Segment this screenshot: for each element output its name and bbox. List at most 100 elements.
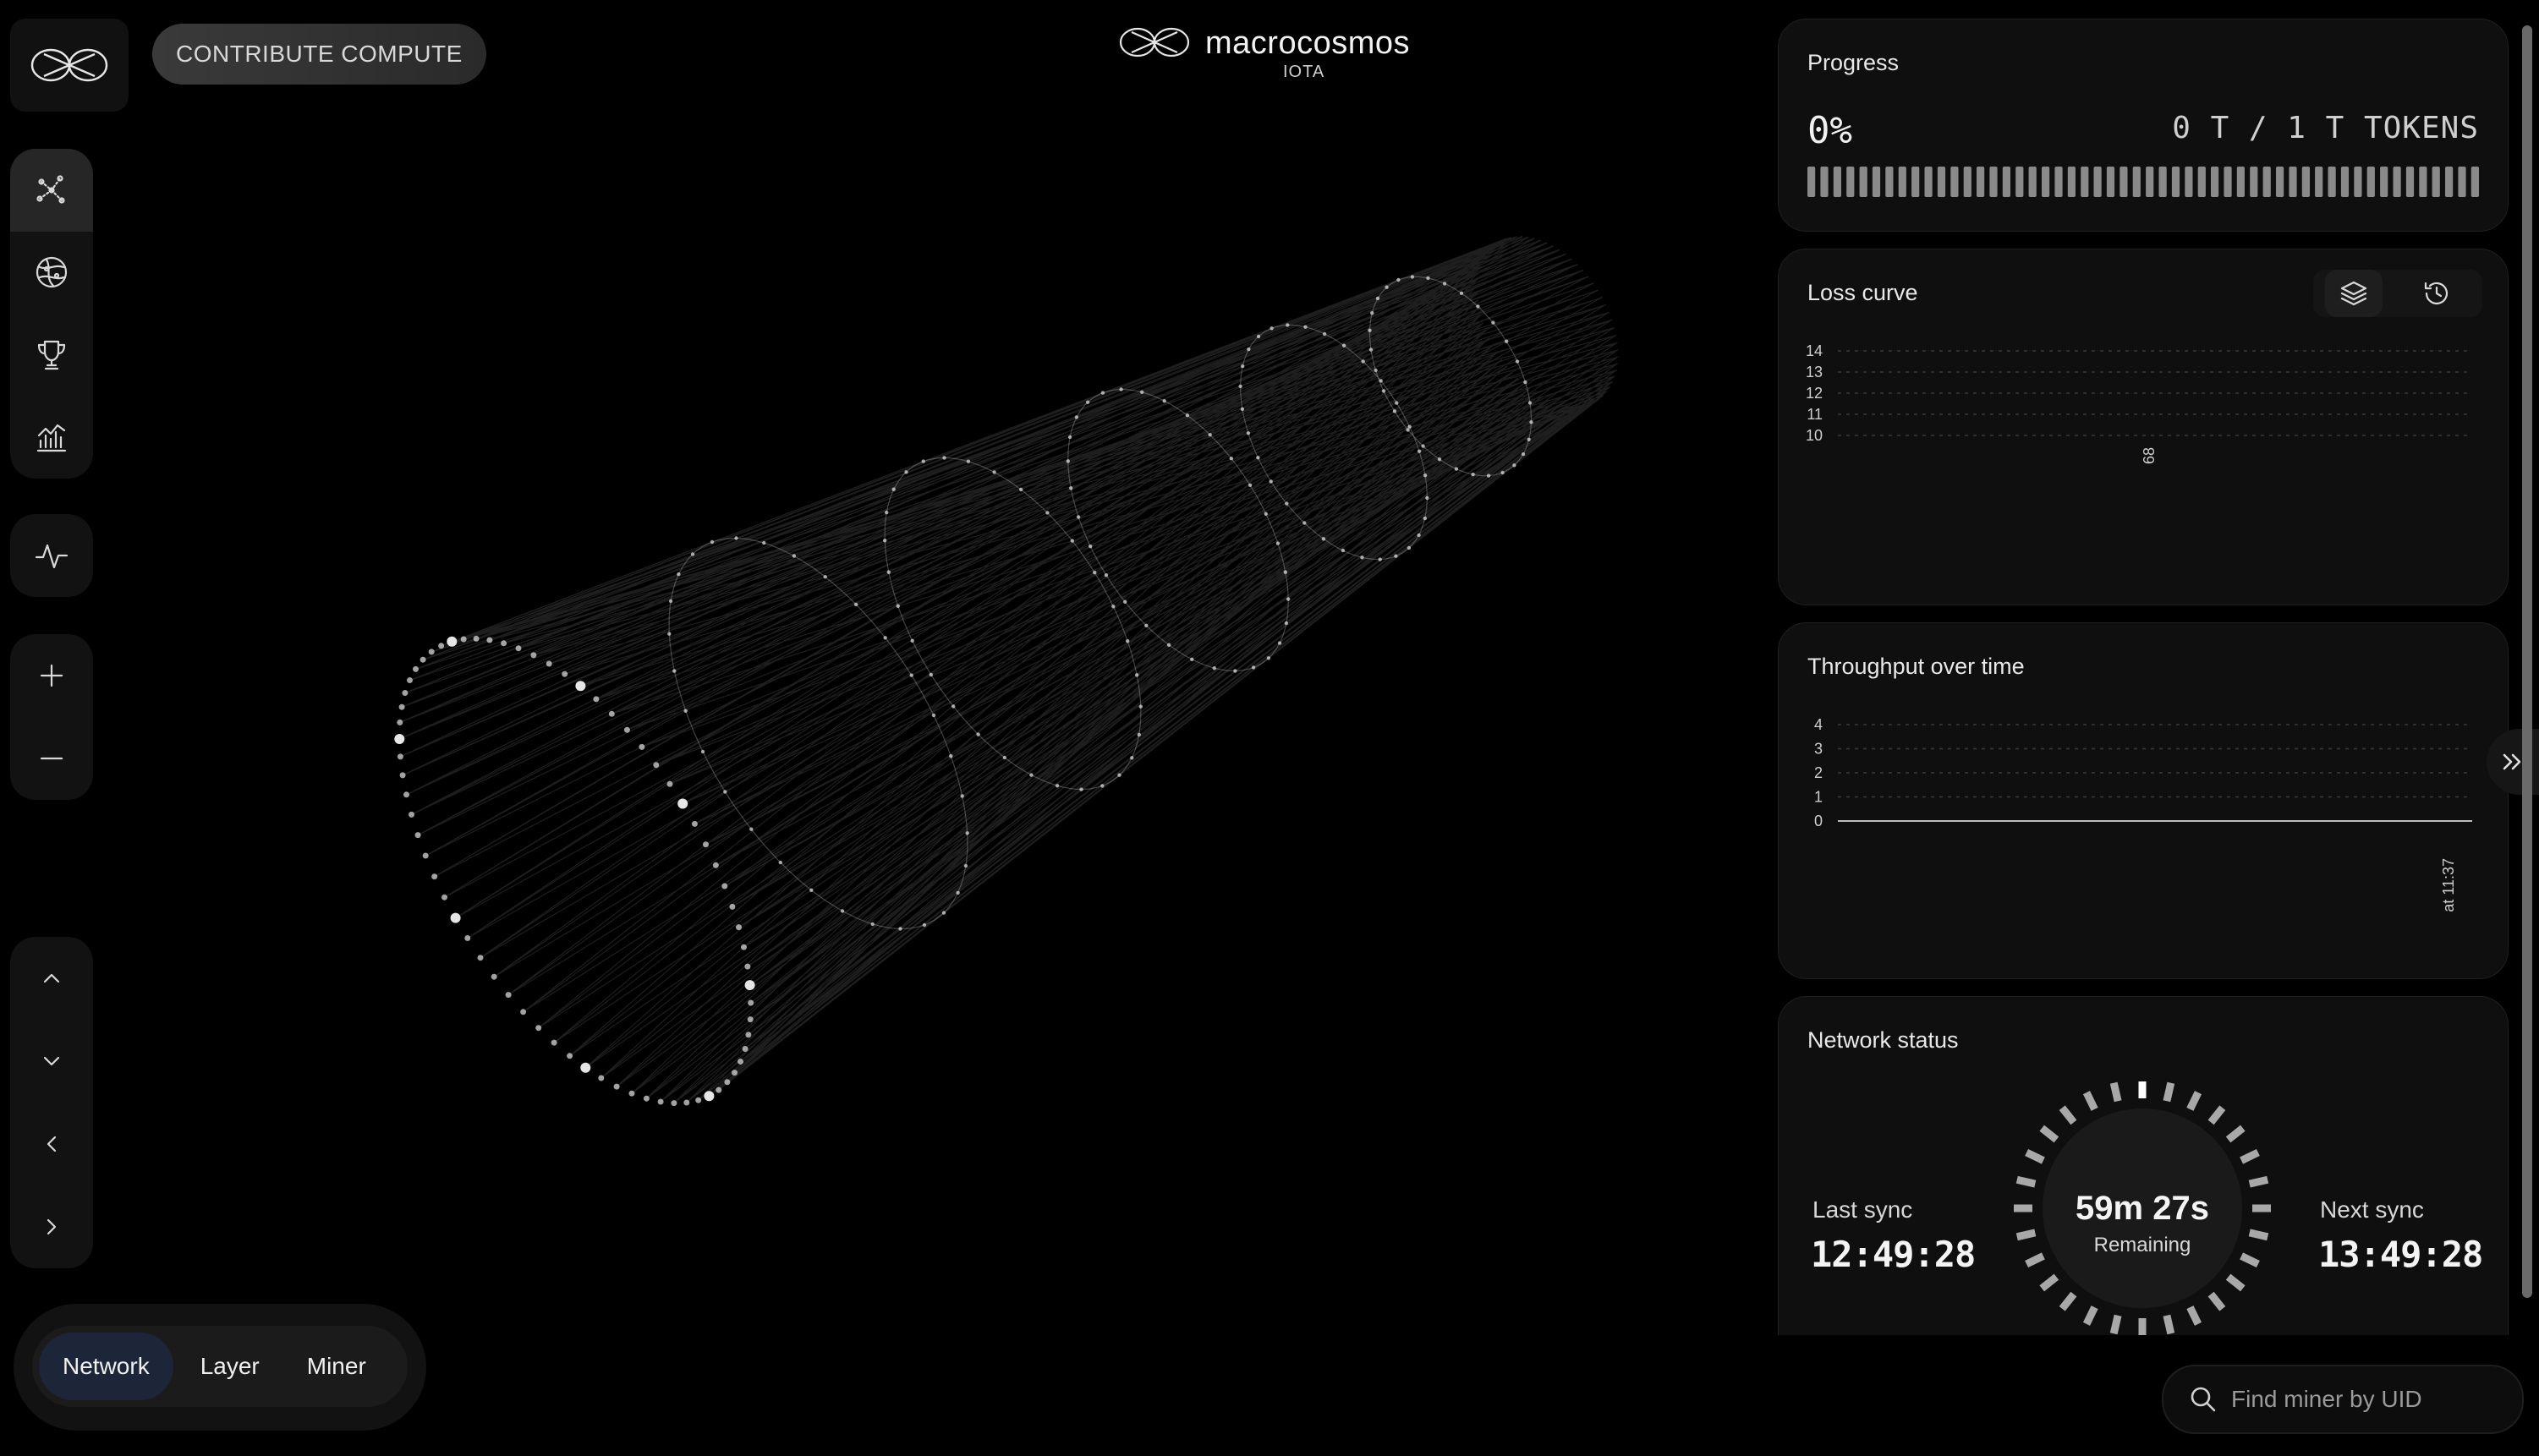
globe-icon xyxy=(36,257,68,288)
node xyxy=(1269,479,1273,484)
node xyxy=(399,772,406,779)
network-graph-button[interactable] xyxy=(10,149,93,232)
miner-search xyxy=(2162,1365,2524,1434)
progress-segment xyxy=(2028,167,2037,197)
dial-tick xyxy=(2015,1175,2037,1188)
brand-subtitle: IOTA xyxy=(1283,63,1325,81)
node xyxy=(1500,470,1505,475)
node xyxy=(744,963,751,970)
miner-search-input[interactable] xyxy=(2229,1385,2512,1414)
node xyxy=(1002,755,1006,760)
pan-left-button[interactable] xyxy=(10,1103,93,1185)
node xyxy=(441,894,447,900)
y-tick-label: 2 xyxy=(1814,764,1823,781)
node xyxy=(1406,428,1410,432)
node xyxy=(1521,452,1526,457)
node xyxy=(921,459,925,463)
node xyxy=(886,570,891,574)
y-tick-label: 13 xyxy=(1806,364,1823,380)
node xyxy=(643,1095,650,1102)
progress-segment xyxy=(2067,167,2076,197)
node xyxy=(1144,623,1149,627)
progress-segment xyxy=(1911,167,1920,197)
view-layer-button[interactable]: Layer xyxy=(180,1333,280,1400)
node xyxy=(712,862,719,868)
progress-segment xyxy=(1859,167,1867,197)
node xyxy=(1256,456,1260,460)
progress-segment xyxy=(2119,167,2128,197)
dial-tick xyxy=(2248,1175,2269,1188)
node xyxy=(1248,483,1253,487)
dial-tick xyxy=(2225,1273,2246,1292)
x-tick-label: 68 xyxy=(2141,447,2158,464)
progress-segment xyxy=(1924,167,1933,197)
node xyxy=(1425,495,1429,501)
node xyxy=(667,632,672,636)
minus-icon xyxy=(40,757,63,760)
progress-segment xyxy=(2197,167,2206,197)
node xyxy=(1079,787,1083,791)
node xyxy=(1529,420,1533,424)
history-button[interactable] xyxy=(2408,270,2465,317)
node xyxy=(580,1062,591,1073)
node xyxy=(1361,359,1365,364)
panel-scrollbar[interactable] xyxy=(2522,25,2532,1298)
node xyxy=(695,1097,702,1103)
layers-button[interactable] xyxy=(2325,270,2383,317)
node xyxy=(428,649,435,655)
node xyxy=(1140,390,1144,394)
y-tick-label: 3 xyxy=(1814,741,1823,758)
activity-group xyxy=(10,514,93,597)
progress-segment xyxy=(2380,167,2388,197)
node xyxy=(1476,304,1480,309)
node xyxy=(431,873,438,880)
node xyxy=(1285,501,1289,506)
progress-segment xyxy=(2354,167,2362,197)
progress-segment xyxy=(1807,167,1816,197)
leaderboard-button[interactable] xyxy=(10,314,93,397)
throughput-title: Throughput over time xyxy=(1807,654,2025,679)
node xyxy=(1486,473,1491,478)
node xyxy=(734,536,738,540)
node xyxy=(447,636,458,647)
progress-title: Progress xyxy=(1807,50,1900,75)
node xyxy=(700,749,705,754)
progress-segment xyxy=(2106,167,2115,197)
node xyxy=(1185,413,1190,418)
progress-segment xyxy=(2132,167,2141,197)
node xyxy=(1019,487,1023,492)
node xyxy=(1370,311,1374,315)
macrocosmos-logo-icon xyxy=(1119,27,1190,57)
node xyxy=(1190,657,1194,661)
contribute-compute-button[interactable]: CONTRIBUTE COMPUTE xyxy=(152,24,486,85)
progress-segment xyxy=(1898,167,1906,197)
macrocosmos-logo-icon xyxy=(30,48,108,82)
node xyxy=(1069,486,1073,490)
pan-right-button[interactable] xyxy=(10,1185,93,1268)
view-network-button[interactable]: Network xyxy=(39,1333,173,1400)
zoom-out-button[interactable] xyxy=(10,717,93,800)
globe-button[interactable] xyxy=(10,232,93,315)
node xyxy=(575,681,586,692)
progress-segment xyxy=(1820,167,1829,197)
pan-down-button[interactable] xyxy=(10,1020,93,1103)
app-logo[interactable] xyxy=(10,19,129,112)
pan-up-button[interactable] xyxy=(10,937,93,1020)
dial-tick xyxy=(2059,1291,2077,1311)
network-status-title: Network status xyxy=(1807,1027,1959,1053)
node xyxy=(551,1039,557,1046)
node xyxy=(1055,784,1060,788)
analytics-button[interactable] xyxy=(10,397,93,479)
network-visualization[interactable] xyxy=(321,228,1742,1277)
node xyxy=(745,1032,752,1038)
history-icon xyxy=(2424,282,2449,304)
next-sync-label: Next sync xyxy=(2320,1196,2424,1223)
node xyxy=(883,539,887,543)
node xyxy=(1375,296,1380,301)
node xyxy=(491,973,497,980)
zoom-in-button[interactable] xyxy=(10,634,93,717)
view-miner-button[interactable]: Miner xyxy=(287,1333,387,1400)
progress-segment xyxy=(2419,167,2427,197)
activity-button[interactable] xyxy=(10,514,93,597)
node xyxy=(1070,539,1074,543)
